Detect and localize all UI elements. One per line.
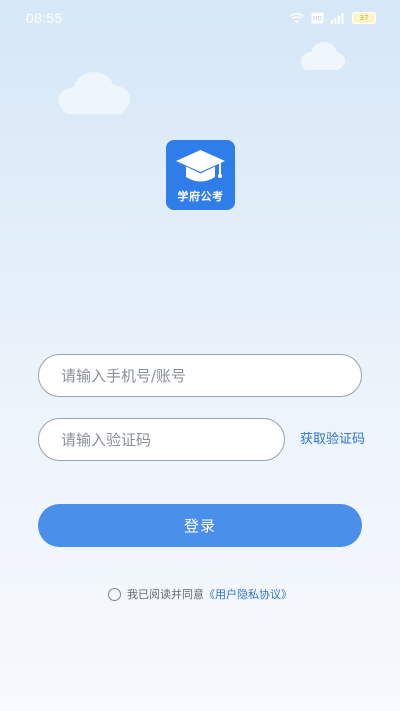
cloud-right-icon <box>301 42 345 70</box>
battery-icon: 37 <box>352 12 376 24</box>
code-input[interactable] <box>61 430 284 449</box>
cloud-left-icon <box>58 72 130 114</box>
app-name: 学府公考 <box>177 190 224 203</box>
account-field[interactable] <box>38 354 362 397</box>
battery-level: 37 <box>359 14 369 22</box>
account-input[interactable] <box>61 366 361 385</box>
status-icons: HD 37 <box>290 12 376 24</box>
agreement-row: 我已阅读并同意 《用户隐私协议》 <box>0 586 400 602</box>
get-code-button[interactable]: 获取验证码 <box>300 428 365 447</box>
hd-icon: HD <box>311 12 324 24</box>
status-bar: 08:55 HD 37 <box>0 0 400 36</box>
wifi-icon <box>290 12 304 23</box>
agreement-checkbox[interactable] <box>108 587 121 601</box>
app-logo: 学府公考 <box>166 140 235 210</box>
graduation-cap-icon <box>176 150 225 182</box>
signal-icon <box>331 12 344 24</box>
privacy-policy-link[interactable]: 《用户隐私协议》 <box>204 586 292 602</box>
hd-label: HD <box>313 16 323 23</box>
code-field[interactable] <box>38 418 285 461</box>
login-button[interactable]: 登录 <box>38 504 362 547</box>
agreement-text: 我已阅读并同意 <box>127 588 204 601</box>
status-time: 08:55 <box>26 10 63 26</box>
